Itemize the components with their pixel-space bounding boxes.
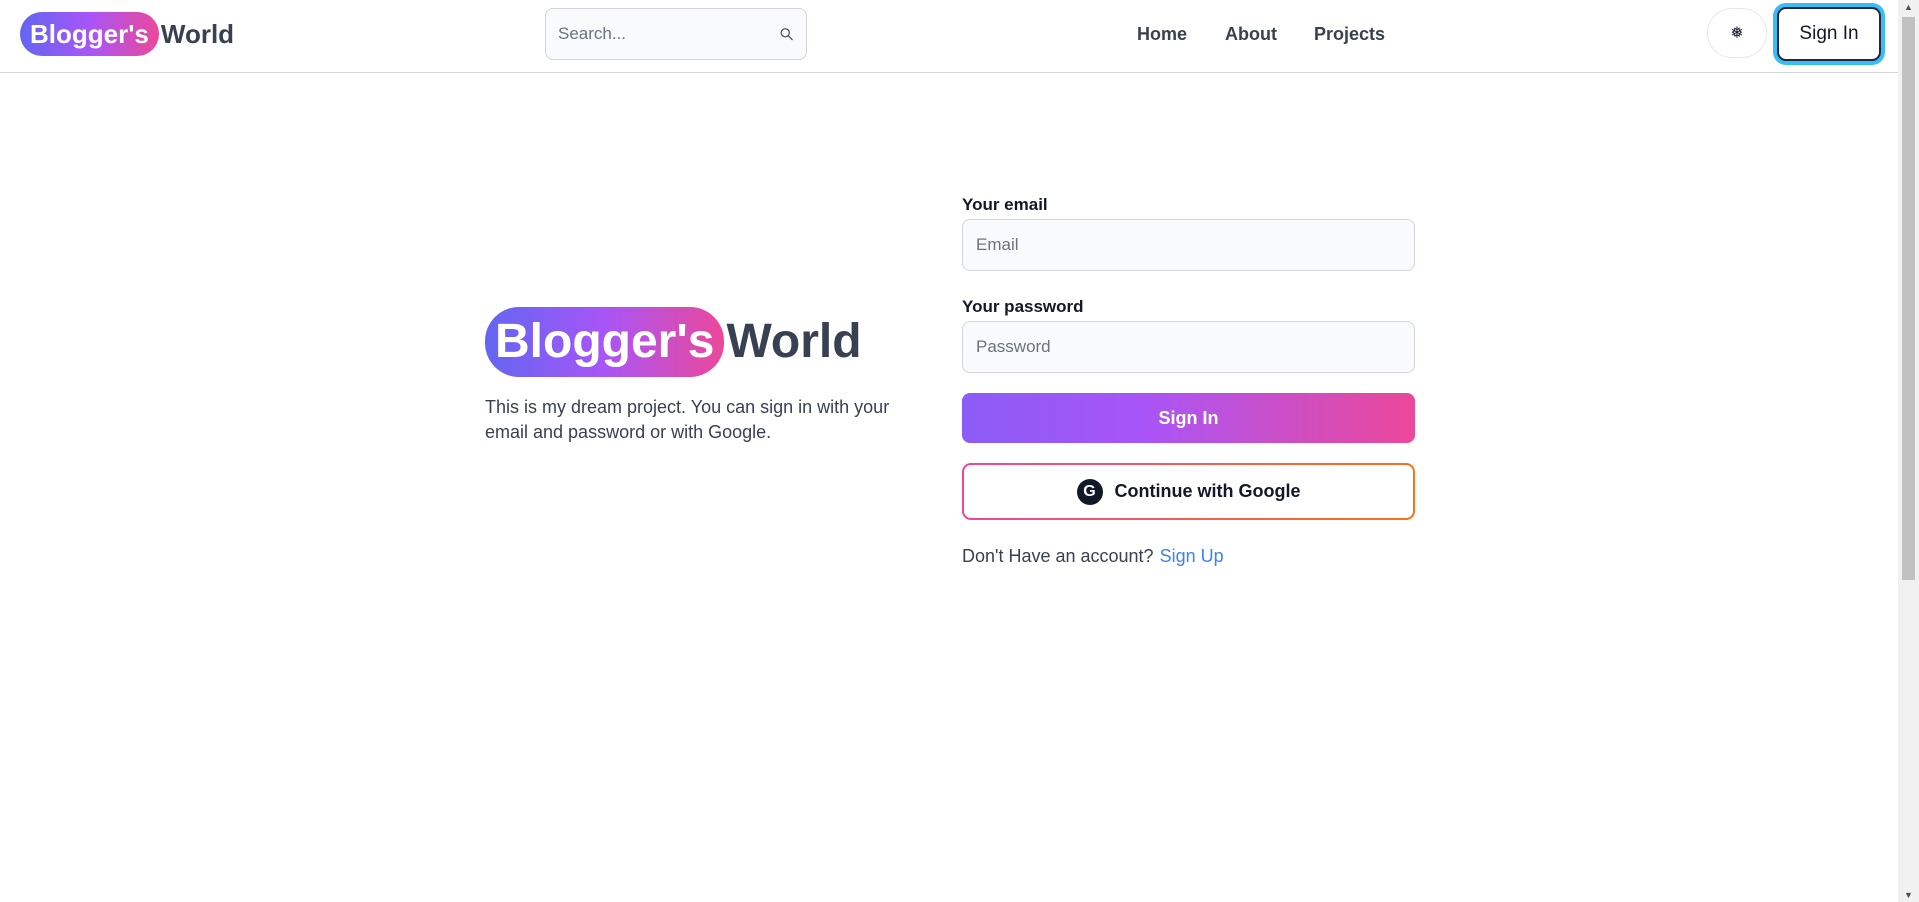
sign-in-form: Your email Your password Sign In G Conti…	[962, 195, 1415, 567]
page: Blogger's World Home About Projects ❅ Si…	[0, 0, 1898, 902]
nav-home[interactable]: Home	[1137, 24, 1187, 45]
search-icon[interactable]	[779, 22, 794, 46]
sign-up-link[interactable]: Sign Up	[1160, 546, 1224, 566]
scroll-up-arrow-icon[interactable]: ▲	[1902, 0, 1915, 14]
vertical-scrollbar[interactable]: ▲ ▼	[1898, 0, 1919, 902]
sign-in-button[interactable]: Sign In	[962, 393, 1415, 443]
scroll-down-arrow-icon[interactable]: ▼	[1902, 888, 1915, 902]
brand-pill: Blogger's	[20, 12, 159, 56]
snowflake-icon: ❅	[1730, 25, 1744, 42]
google-icon: G	[1076, 478, 1103, 505]
email-field[interactable]	[962, 219, 1415, 271]
intro-text: This is my dream project. You can sign i…	[485, 397, 890, 442]
nav-projects[interactable]: Projects	[1314, 24, 1385, 45]
account-prompt-text: Don't Have an account?	[962, 546, 1154, 566]
header-sign-in-button[interactable]: Sign In	[1777, 7, 1881, 61]
search-box	[545, 8, 807, 60]
google-button-label: Continue with Google	[1114, 481, 1301, 501]
top-navbar: Blogger's World Home About Projects ❅ Si…	[0, 0, 1898, 73]
account-prompt: Don't Have an account? Sign Up	[962, 546, 1415, 567]
password-label: Your password	[962, 297, 1084, 316]
hero-brand-logo: Blogger's World	[485, 307, 862, 377]
theme-toggle-button[interactable]: ❅	[1707, 8, 1767, 58]
search-input[interactable]	[558, 24, 779, 44]
continue-with-google-button[interactable]: G Continue with Google	[964, 465, 1413, 518]
password-field[interactable]	[962, 321, 1415, 373]
scrollbar-thumb[interactable]	[1902, 17, 1915, 580]
brand-logo[interactable]: Blogger's World	[20, 12, 234, 56]
hero-brand-pill: Blogger's	[485, 307, 725, 377]
google-button-border: G Continue with Google	[962, 463, 1415, 520]
nav-about[interactable]: About	[1225, 24, 1277, 45]
brand-word: World	[160, 19, 235, 49]
hero-brand-word: World	[726, 315, 862, 368]
email-label: Your email	[962, 195, 1048, 214]
